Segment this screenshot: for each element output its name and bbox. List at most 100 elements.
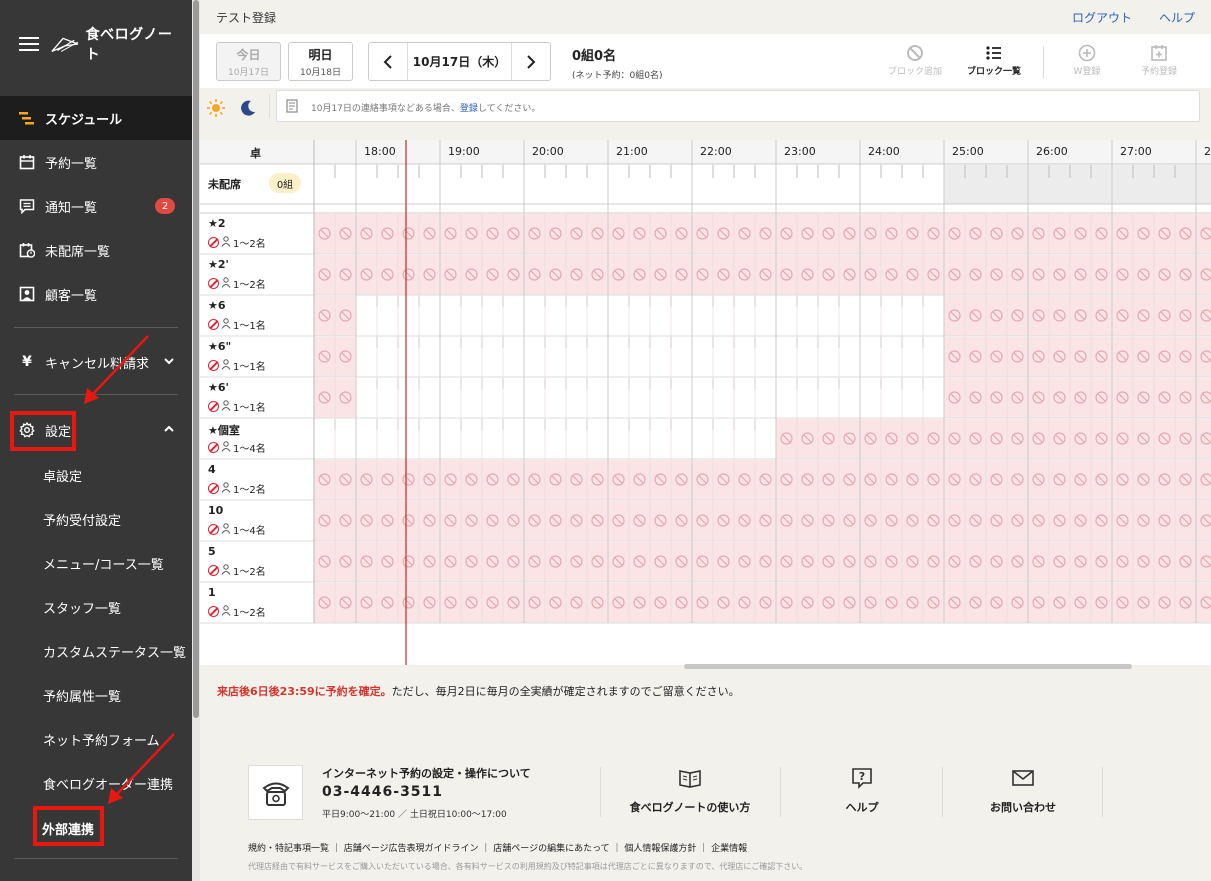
capacity-text: 1～1名 <box>233 321 266 332</box>
help-link[interactable]: ヘルプ <box>1159 9 1195 26</box>
unassigned-closed-area <box>944 165 1211 204</box>
calendar-alert-icon <box>18 241 36 259</box>
svg-text:?: ? <box>859 770 865 783</box>
settings-subitem-table[interactable]: 卓設定 <box>43 466 82 485</box>
top-header: テスト登録 ログアウト ヘルプ <box>200 0 1211 34</box>
table-name[interactable]: ★6 <box>208 299 226 312</box>
support-hours: 平日9:00～21:00 ／ 土日祝日10:00～17:00 <box>322 810 507 820</box>
no-smoking-icon <box>208 237 219 248</box>
settings-subitem-reservation-attributes[interactable]: 予約属性一覧 <box>43 686 121 705</box>
book-icon <box>679 765 701 791</box>
logout-link[interactable]: ログアウト <box>1072 9 1132 26</box>
unassigned-count-badge: 0組 <box>269 173 301 193</box>
date-navigator: 10月17日（木） <box>368 42 551 81</box>
table-capacity: 1～2名 <box>208 481 266 496</box>
block-add-button[interactable]: ブロック追加 <box>880 42 950 82</box>
today-label: 今日 <box>236 47 261 62</box>
person-icon <box>221 440 231 455</box>
sun-icon[interactable] <box>203 95 229 121</box>
settings-subitem-net-reservation-form[interactable]: ネット予約フォーム <box>43 730 160 749</box>
current-date[interactable]: 10月17日（木） <box>407 43 512 80</box>
table-name[interactable]: ★個室 <box>208 422 240 438</box>
chevron-left-icon <box>383 54 392 69</box>
settings-subitem-tabelog-order[interactable]: 食べログオーダー連携 <box>43 774 173 793</box>
person-icon <box>221 481 231 496</box>
block-list-label: ブロック一覧 <box>966 67 1021 77</box>
reserve-button[interactable]: 予約登録 <box>1124 42 1194 82</box>
settings-subitem-reservation-acceptance[interactable]: 予約受付設定 <box>43 510 121 529</box>
schedule-grid: 卓 18:00 19:00 20:00 21:00 22:00 23:00 24:00 25:… <box>200 140 1211 665</box>
prev-day-button[interactable] <box>369 43 407 80</box>
walkin-button[interactable]: W登録 <box>1052 42 1122 82</box>
moon-icon[interactable] <box>235 95 261 121</box>
table-capacity: 1～2名 <box>208 235 266 250</box>
no-smoking-icon <box>208 278 219 289</box>
next-day-button[interactable] <box>512 43 550 80</box>
tomorrow-button[interactable]: 明日 10月18日 <box>288 42 353 81</box>
settings-subitem-menu-course[interactable]: メニュー/コース一覧 <box>43 554 164 573</box>
capacity-text: 1～2名 <box>233 280 266 291</box>
chat-icon <box>18 197 36 215</box>
app-window: 食べログノート スケジュール 予約一覧 通知一覧 2 未配席一覧 顧客一覧 ¥ <box>0 0 1211 881</box>
no-smoking-icon <box>208 442 219 453</box>
phone-icon <box>248 765 303 820</box>
sidebar-item-reservations[interactable]: 予約一覧 <box>0 140 192 184</box>
help-footer-link[interactable]: ? ヘルプ <box>782 765 942 823</box>
grid-horizontal-scrollbar[interactable] <box>684 664 1132 669</box>
hour-label: 25:00 <box>952 145 984 158</box>
person-icon <box>221 563 231 578</box>
sidebar-scrollbar-thumb[interactable] <box>193 0 199 718</box>
blocked-slot <box>1196 419 1211 459</box>
person-icon <box>221 399 231 414</box>
sidebar-item-customers[interactable]: 顧客一覧 <box>0 272 192 316</box>
table-name[interactable]: 4 <box>208 463 216 476</box>
table-name[interactable]: 10 <box>208 504 223 517</box>
note-bar: 10月17日の連絡事項などある場合、登録してください。 <box>200 88 1211 124</box>
today-button[interactable]: 今日 10月17日 <box>216 42 281 81</box>
sidebar-item-schedule[interactable]: スケジュール <box>0 96 192 140</box>
contact-link[interactable]: お問い合わせ <box>943 765 1103 823</box>
tabelog-note-logo[interactable]: 食べログノート <box>50 27 180 63</box>
walkin-label: W登録 <box>1073 67 1101 77</box>
sidebar-item-label: 予約一覧 <box>45 156 98 172</box>
settings-subitem-custom-status[interactable]: カスタムステータス一覧 <box>43 642 186 661</box>
sidebar-item-unassigned[interactable]: 未配席一覧 <box>0 228 192 272</box>
footer: インターネット予約の設定・操作について 03-4446-3511 平日9:00～… <box>200 715 1211 881</box>
guide-label: 食べログノートの使い方 <box>629 801 751 814</box>
table-capacity: 1～4名 <box>208 522 266 537</box>
capacity-text: 1～2名 <box>233 567 266 578</box>
capacity-text: 1～2名 <box>233 608 266 619</box>
help-footer-label: ヘルプ <box>845 801 879 814</box>
highlight-box-settings <box>10 411 76 451</box>
person-icon <box>221 317 231 332</box>
guide-link[interactable]: 食べログノートの使い方 <box>610 765 770 823</box>
blocked-slot <box>1196 583 1211 623</box>
hour-label: 27:00 <box>1120 145 1152 158</box>
table-name[interactable]: ★2' <box>208 258 229 271</box>
hamburger-menu-icon[interactable] <box>19 37 39 52</box>
block-list-button[interactable]: ブロック一覧 <box>959 42 1029 82</box>
sidebar-item-notifications[interactable]: 通知一覧 2 <box>0 184 192 228</box>
reserve-label: 予約登録 <box>1140 67 1177 77</box>
support-phone-number[interactable]: 03-4446-3511 <box>322 784 443 800</box>
blocked-slot <box>1196 337 1211 377</box>
sidebar-item-label: キャンセル料請求 <box>45 356 150 372</box>
hour-label: 26:00 <box>1036 145 1068 158</box>
footer-note: 代理店経由で有料サービスをご購入いただいている場合、各有料サービスの利用規約及び… <box>248 862 808 871</box>
confirmation-notice: 来店後6日後23:59に予約を確定。ただし、毎月2日に毎月の全実績が確定されます… <box>217 683 740 699</box>
settings-subitem-staff[interactable]: スタッフ一覧 <box>43 598 121 617</box>
note-register-link[interactable]: 登録 <box>460 104 478 114</box>
sidebar-item-label: 顧客一覧 <box>45 288 98 304</box>
table-name[interactable]: ★6' <box>208 381 229 394</box>
table-name[interactable]: 5 <box>208 545 216 558</box>
highlight-box-external <box>33 806 104 846</box>
hour-label: 21:00 <box>616 145 648 158</box>
table-name[interactable]: ★6" <box>208 340 231 353</box>
footer-links[interactable]: 規約・特記事項一覧 ｜ 店舗ページ広告表現ガイドライン ｜ 店舗ページの編集にあ… <box>248 841 747 854</box>
capacity-text: 1～4名 <box>233 526 266 537</box>
table-name[interactable]: 1 <box>208 586 216 599</box>
table-capacity: 1～1名 <box>208 399 266 414</box>
sidebar-item-cancel-fee[interactable]: ¥ キャンセル料請求 <box>0 340 192 384</box>
daily-note-box[interactable]: 10月17日の連絡事項などある場合、登録してください。 <box>276 90 1200 122</box>
table-name[interactable]: ★2 <box>208 217 226 230</box>
